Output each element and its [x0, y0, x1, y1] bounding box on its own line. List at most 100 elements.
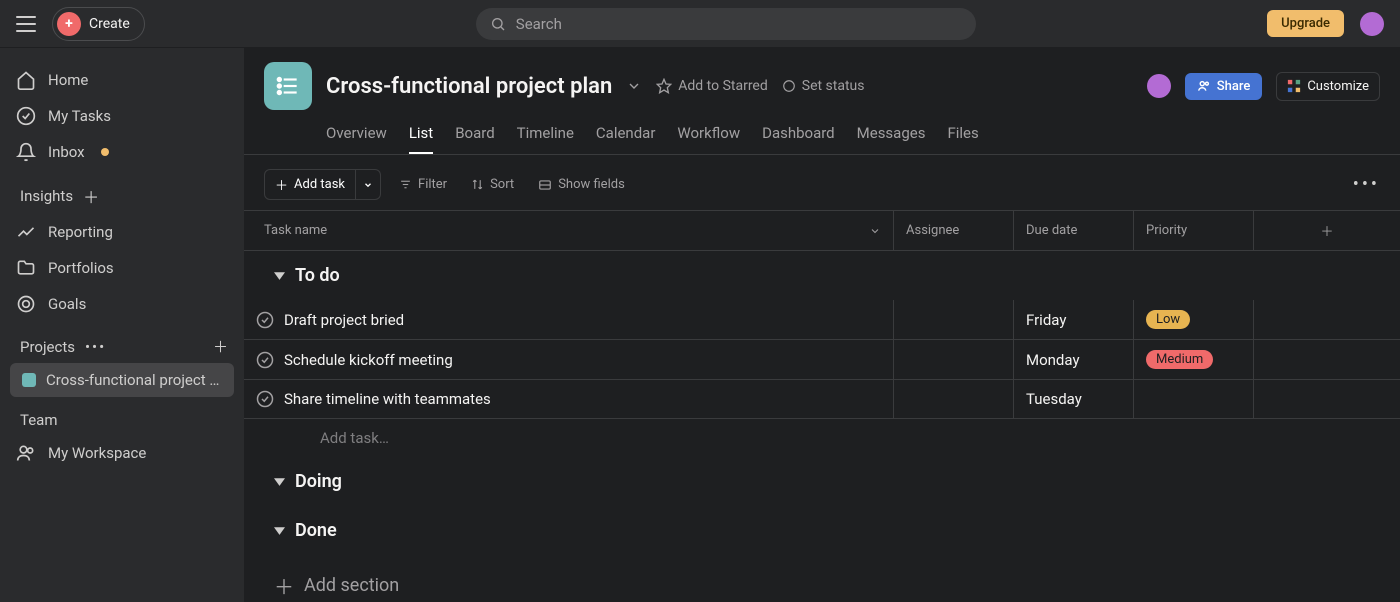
set-status-button[interactable]: Set status — [782, 78, 865, 94]
task-name: Schedule kickoff meeting — [284, 351, 453, 369]
plus-icon[interactable]: ＋ — [213, 336, 228, 357]
sidebar-item-label: My Tasks — [48, 107, 111, 125]
add-task-button[interactable]: ＋ Add task — [264, 169, 356, 200]
sidebar-item-mytasks[interactable]: My Tasks — [0, 98, 244, 134]
tab-calendar[interactable]: Calendar — [596, 114, 656, 154]
assignee-cell[interactable] — [894, 300, 1014, 339]
column-task-name[interactable]: Task name — [244, 211, 894, 250]
column-due-date[interactable]: Due date — [1014, 211, 1134, 250]
tab-overview[interactable]: Overview — [326, 114, 387, 154]
column-priority[interactable]: Priority — [1134, 211, 1254, 250]
project-header: Cross-functional project plan Add to Sta… — [244, 48, 1400, 155]
users-icon — [1197, 79, 1211, 93]
avatar[interactable] — [1360, 12, 1384, 36]
customize-button[interactable]: Customize — [1276, 72, 1380, 101]
sidebar-item-inbox[interactable]: Inbox — [0, 134, 244, 170]
sidebar-item-label: Reporting — [48, 223, 113, 241]
check-circle-icon[interactable] — [256, 390, 274, 408]
create-label: Create — [89, 16, 130, 32]
project-icon — [264, 62, 312, 110]
chevron-down-icon[interactable] — [626, 78, 642, 94]
section-todo[interactable]: To do — [244, 251, 1400, 300]
list-icon — [275, 73, 301, 99]
member-avatar[interactable] — [1147, 74, 1171, 98]
show-fields-button[interactable]: Show fields — [532, 173, 631, 196]
empty-cell[interactable] — [1254, 380, 1400, 418]
star-icon — [656, 78, 672, 94]
home-icon — [16, 70, 36, 90]
sidebar-item-goals[interactable]: Goals — [0, 286, 244, 322]
chevron-down-icon[interactable] — [869, 225, 881, 237]
fields-icon — [538, 178, 552, 192]
empty-cell[interactable] — [1254, 300, 1400, 339]
sidebar-item-reporting[interactable]: Reporting — [0, 214, 244, 250]
section-label: To do — [295, 265, 340, 286]
check-circle-icon[interactable] — [256, 311, 274, 329]
task-table: Task name Assignee Due date Priority ＋ T… — [244, 210, 1400, 602]
task-name: Share timeline with teammates — [284, 390, 491, 408]
priority-pill: Low — [1146, 310, 1190, 329]
sidebar-item-portfolios[interactable]: Portfolios — [0, 250, 244, 286]
assignee-cell[interactable] — [894, 340, 1014, 379]
priority-cell[interactable]: Low — [1134, 300, 1254, 339]
sidebar-header-label: Projects — [20, 338, 75, 356]
menu-icon[interactable] — [16, 16, 36, 32]
add-column-button[interactable]: ＋ — [1254, 211, 1400, 250]
triangle-down-icon — [274, 525, 285, 536]
search-input[interactable]: Search — [476, 8, 976, 40]
circle-icon — [782, 79, 796, 93]
share-button[interactable]: Share — [1185, 73, 1263, 100]
section-doing[interactable]: Doing — [244, 457, 1400, 506]
priority-cell[interactable] — [1134, 380, 1254, 418]
filter-button[interactable]: Filter — [393, 173, 453, 196]
sidebar: Home My Tasks Inbox Insights ＋ Reporting… — [0, 48, 244, 602]
add-section-label: Add section — [304, 575, 399, 596]
more-icon[interactable]: ••• — [1353, 174, 1380, 195]
task-name: Draft project bried — [284, 311, 404, 329]
due-date-cell[interactable]: Tuesday — [1014, 380, 1134, 418]
table-row[interactable]: Schedule kickoff meeting Monday Medium — [244, 340, 1400, 380]
add-task-dropdown-button[interactable] — [356, 169, 381, 200]
sidebar-project-item[interactable]: Cross-functional project p… — [10, 363, 234, 397]
due-date-cell[interactable]: Monday — [1014, 340, 1134, 379]
column-assignee[interactable]: Assignee — [894, 211, 1014, 250]
tab-messages[interactable]: Messages — [857, 114, 926, 154]
priority-cell[interactable]: Medium — [1134, 340, 1254, 379]
add-task-split-button: ＋ Add task — [264, 169, 381, 200]
sidebar-item-home[interactable]: Home — [0, 62, 244, 98]
empty-cell[interactable] — [1254, 340, 1400, 379]
status-label: Set status — [802, 78, 865, 94]
sidebar-item-label: Goals — [48, 295, 86, 313]
sort-button[interactable]: Sort — [465, 173, 520, 196]
check-circle-icon[interactable] — [256, 351, 274, 369]
due-date-cell[interactable]: Friday — [1014, 300, 1134, 339]
triangle-down-icon — [274, 270, 285, 281]
chevron-down-icon — [363, 180, 373, 190]
add-section-button[interactable]: ＋ Add section — [244, 555, 1400, 600]
tab-dashboard[interactable]: Dashboard — [762, 114, 835, 154]
table-header: Task name Assignee Due date Priority ＋ — [244, 210, 1400, 251]
plus-icon: ＋ — [275, 175, 288, 194]
add-to-starred-button[interactable]: Add to Starred — [656, 78, 767, 94]
sort-icon — [471, 178, 484, 191]
table-row[interactable]: Share timeline with teammates Tuesday — [244, 380, 1400, 419]
section-done[interactable]: Done — [244, 506, 1400, 555]
tab-list[interactable]: List — [409, 114, 433, 154]
upgrade-button[interactable]: Upgrade — [1267, 10, 1344, 37]
tab-files[interactable]: Files — [947, 114, 978, 154]
column-label: Assignee — [906, 223, 959, 238]
tab-board[interactable]: Board — [455, 114, 494, 154]
sort-label: Sort — [490, 177, 514, 192]
add-task-row[interactable]: Add task… — [244, 419, 1400, 457]
sidebar-item-workspace[interactable]: My Workspace — [0, 435, 244, 471]
assignee-cell[interactable] — [894, 380, 1014, 418]
plus-icon[interactable]: ＋ — [83, 184, 99, 208]
tab-workflow[interactable]: Workflow — [677, 114, 740, 154]
page-title: Cross-functional project plan — [326, 74, 612, 99]
tab-timeline[interactable]: Timeline — [517, 114, 574, 154]
topbar: + Create Search Upgrade — [0, 0, 1400, 48]
table-row[interactable]: Draft project bried Friday Low — [244, 300, 1400, 340]
ellipsis-icon[interactable]: ••• — [85, 338, 106, 356]
create-button[interactable]: + Create — [52, 7, 145, 41]
main: Cross-functional project plan Add to Sta… — [244, 48, 1400, 602]
